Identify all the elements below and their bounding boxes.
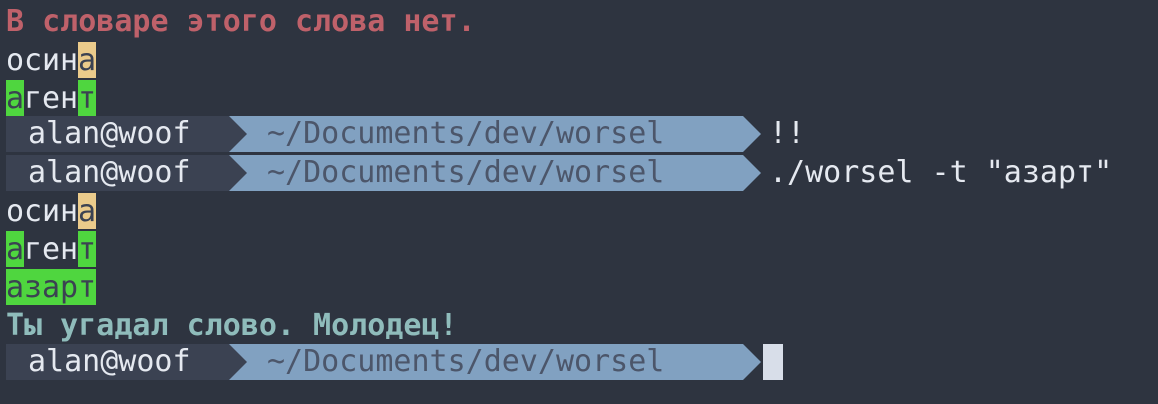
letter-tile-absent: и [42, 194, 61, 229]
letter-tile-absent: и [42, 43, 61, 78]
shell-prompt: alan@woof ~/Documents/dev/worsel ./worse… [6, 155, 1112, 191]
letter-tile-correct: т [78, 269, 97, 305]
letter-tile-present: а [78, 193, 97, 229]
letter-tile-absent: с [24, 43, 43, 78]
letter-tile-absent: н [60, 194, 79, 229]
letter-tile-present: а [78, 42, 97, 78]
letter-tile-correct: т [78, 231, 97, 267]
letter-tile-absent: н [60, 43, 79, 78]
letter-tile-correct: з [24, 269, 43, 305]
prompt-path: ~/Documents/dev/worsel [229, 116, 761, 152]
guess-row: осина [6, 42, 96, 80]
letter-tile-absent: г [24, 232, 43, 267]
guess-row: азарт [6, 269, 96, 307]
command-text: ./worsel -t "азарт" [769, 155, 1113, 190]
letter-tile-correct: р [60, 269, 79, 305]
prompt-path: ~/Documents/dev/worsel [229, 344, 761, 380]
text-cursor[interactable] [763, 344, 783, 380]
prompt-user-host: alan@woof [6, 344, 229, 380]
prompt-user-host: alan@woof [6, 116, 229, 152]
letter-tile-correct: а [6, 80, 25, 116]
command-text: !! [769, 116, 806, 151]
shell-prompt: alan@woof ~/Documents/dev/worsel !! [6, 116, 805, 152]
guess-row: осина [6, 193, 96, 231]
prompt-path: ~/Documents/dev/worsel [229, 155, 761, 191]
terminal-window[interactable]: В словаре этого слова нет. осина агент a… [0, 0, 1158, 404]
guess-row: агент [6, 80, 96, 118]
letter-tile-correct: а [6, 231, 25, 267]
letter-tile-absent: н [60, 81, 79, 116]
guess-row: агент [6, 231, 96, 269]
letter-tile-absent: г [24, 81, 43, 116]
prompt-user-host: alan@woof [6, 155, 229, 191]
letter-tile-absent: о [6, 43, 25, 78]
letter-tile-correct: т [78, 80, 97, 116]
letter-tile-correct: а [6, 269, 25, 305]
letter-tile-absent: е [42, 81, 61, 116]
success-message: Ты угадал слово. Молодец! [6, 308, 458, 343]
shell-prompt: alan@woof ~/Documents/dev/worsel [6, 344, 783, 380]
letter-tile-absent: о [6, 194, 25, 229]
letter-tile-absent: е [42, 232, 61, 267]
not-in-dictionary-message: В словаре этого слова нет. [6, 4, 476, 39]
letter-tile-correct: а [42, 269, 61, 305]
letter-tile-absent: н [60, 232, 79, 267]
letter-tile-absent: с [24, 194, 43, 229]
